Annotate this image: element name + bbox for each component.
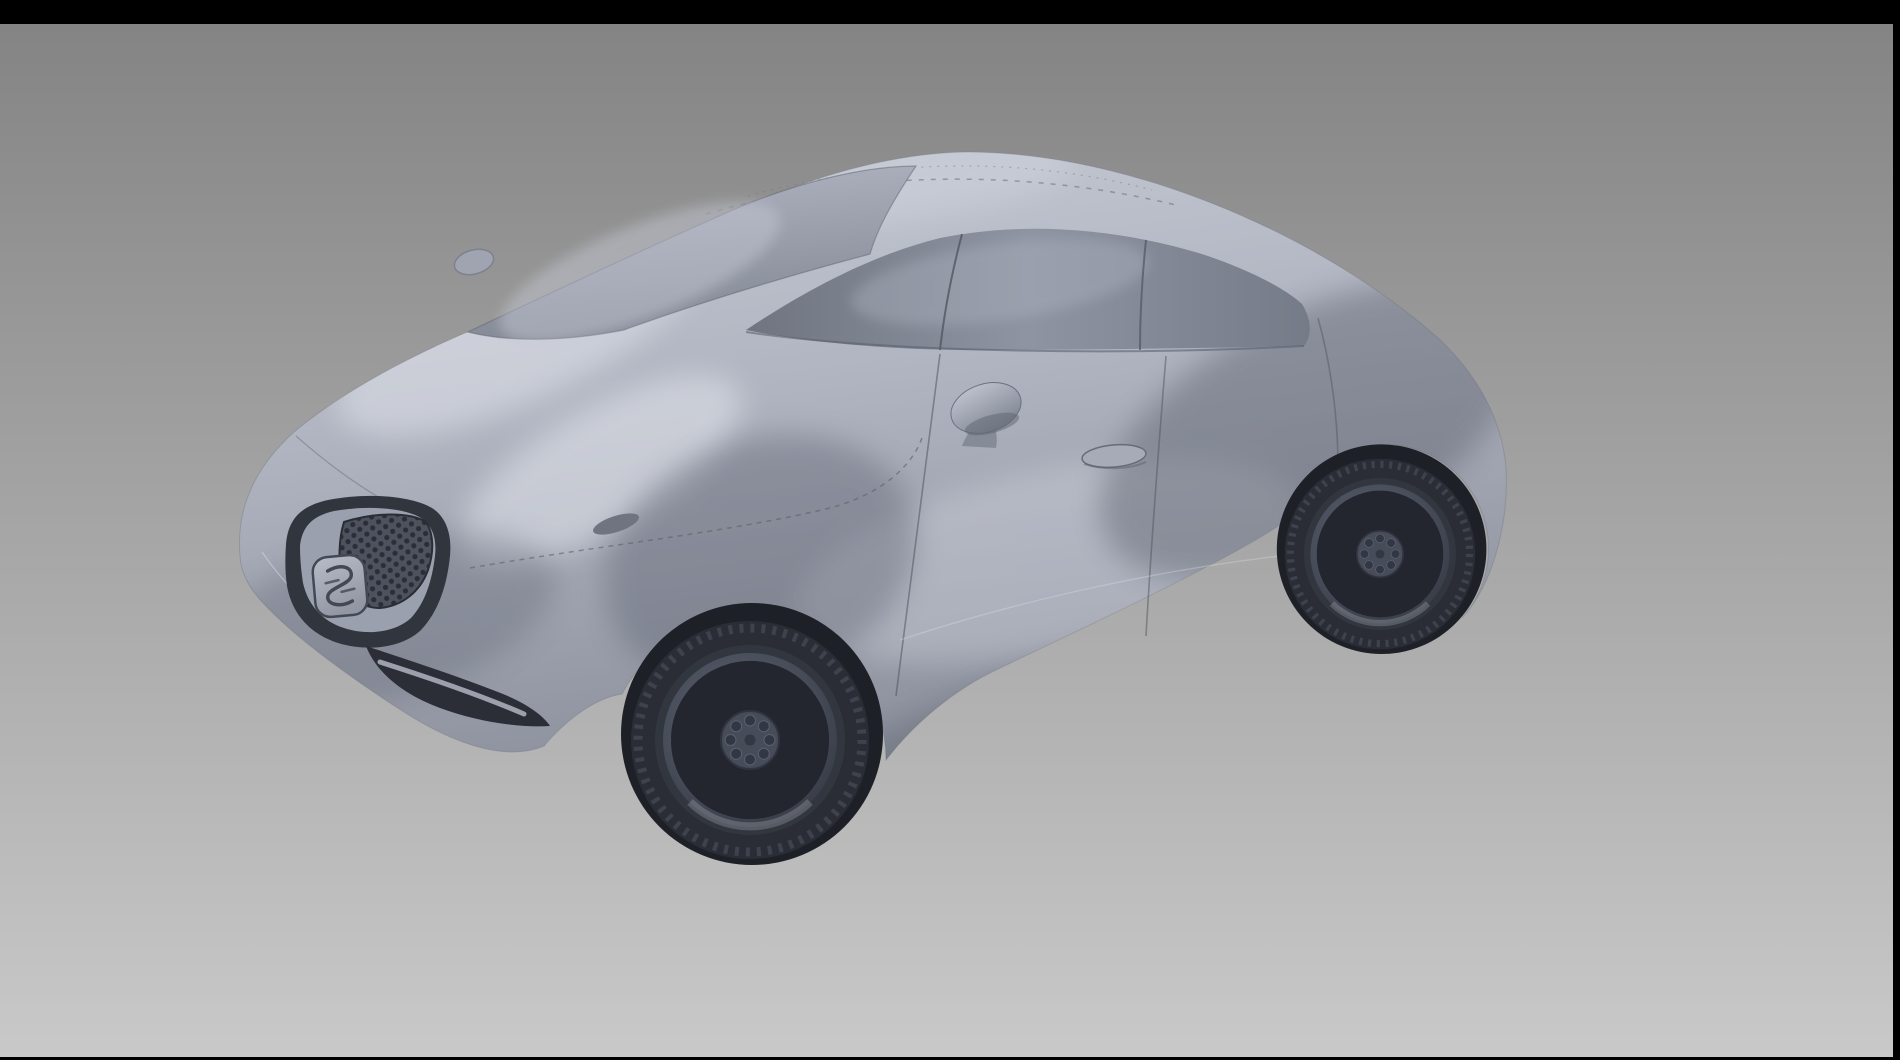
rear-wheel	[1277, 444, 1487, 654]
render-screenshot	[0, 0, 1900, 1060]
front-wheel	[621, 603, 883, 865]
cad-app-window	[0, 0, 1900, 1060]
top-letterbox-bar	[0, 0, 1900, 24]
seat-badge	[311, 554, 368, 618]
right-letterbox-strip	[1893, 24, 1900, 1060]
